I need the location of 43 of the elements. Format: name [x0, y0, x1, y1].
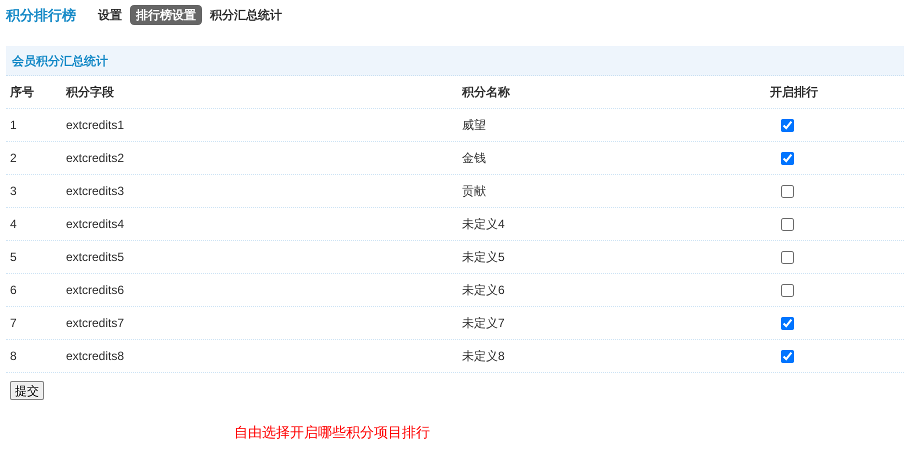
table-cell-text: 3 [9, 183, 17, 200]
checkbox[interactable] [781, 284, 794, 296]
table-cell-text: extcredits2 [65, 150, 124, 167]
panel-header: 会员积分汇总统计 [6, 46, 904, 76]
table-cell-text: 金钱 [461, 150, 486, 167]
table-cell-text: 未定义8 [461, 348, 505, 365]
checkbox[interactable] [781, 118, 794, 132]
table-cell-text: extcredits4 [65, 216, 124, 233]
table-cell-text: 1 [9, 117, 17, 134]
table-cell-text: 未定义7 [461, 315, 505, 332]
checkbox[interactable] [781, 184, 794, 198]
table-cell-text: 5 [9, 249, 17, 266]
table-cell-text: 4 [9, 216, 17, 233]
column-header: 开启排行 [769, 84, 819, 101]
table-cell-text: extcredits5 [65, 249, 124, 266]
table-cell-text: 未定义5 [461, 249, 505, 266]
table-cell-text: 威望 [461, 117, 486, 134]
checkbox[interactable] [781, 350, 794, 362]
column-header: 序号 [9, 84, 35, 101]
submit-button[interactable]: 提交 [10, 381, 44, 400]
table-cell-text: 贡献 [461, 183, 486, 200]
checkbox[interactable] [781, 316, 794, 330]
table-cell-text: extcredits6 [65, 282, 124, 299]
checkbox[interactable] [781, 152, 794, 164]
table-cell-text: 8 [9, 348, 17, 365]
tab[interactable]: 排行榜设置 [130, 5, 202, 25]
table-cell-text: extcredits8 [65, 348, 124, 365]
table-cell-text: 未定义4 [461, 216, 505, 233]
page-title: 积分排行榜 [6, 6, 76, 24]
table-cell-text: extcredits3 [65, 183, 124, 200]
column-header: 积分字段 [64, 84, 115, 101]
checkbox[interactable] [781, 218, 794, 230]
note-text: 自由选择开启哪些积分项目排行 [234, 423, 431, 442]
checkbox[interactable] [781, 250, 794, 264]
table-cell-text: 未定义6 [461, 282, 505, 299]
table-cell-text: extcredits7 [65, 315, 124, 332]
table-cell-text: 7 [9, 315, 17, 332]
table-cell-text: 6 [9, 282, 17, 299]
table-cell-text: 2 [9, 150, 17, 167]
column-header: 积分名称 [460, 84, 511, 101]
tab[interactable]: 积分汇总统计 [208, 5, 284, 25]
table-cell-text: extcredits1 [65, 117, 124, 134]
tab[interactable]: 设置 [96, 5, 124, 25]
